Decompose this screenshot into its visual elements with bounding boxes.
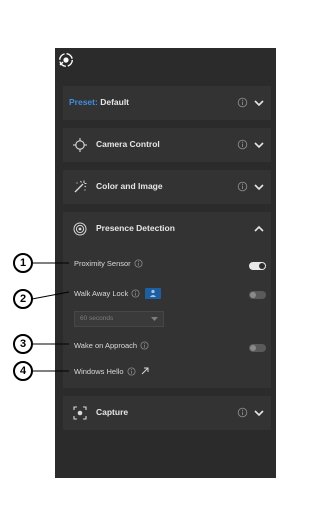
callout-number: 4 (13, 361, 33, 381)
callout-number: 1 (13, 253, 33, 273)
callout-number: 3 (13, 334, 33, 354)
callout-number: 2 (13, 289, 33, 309)
callout-lines (31, 262, 70, 372)
callout-layer: 1 2 3 4 (0, 0, 286, 531)
